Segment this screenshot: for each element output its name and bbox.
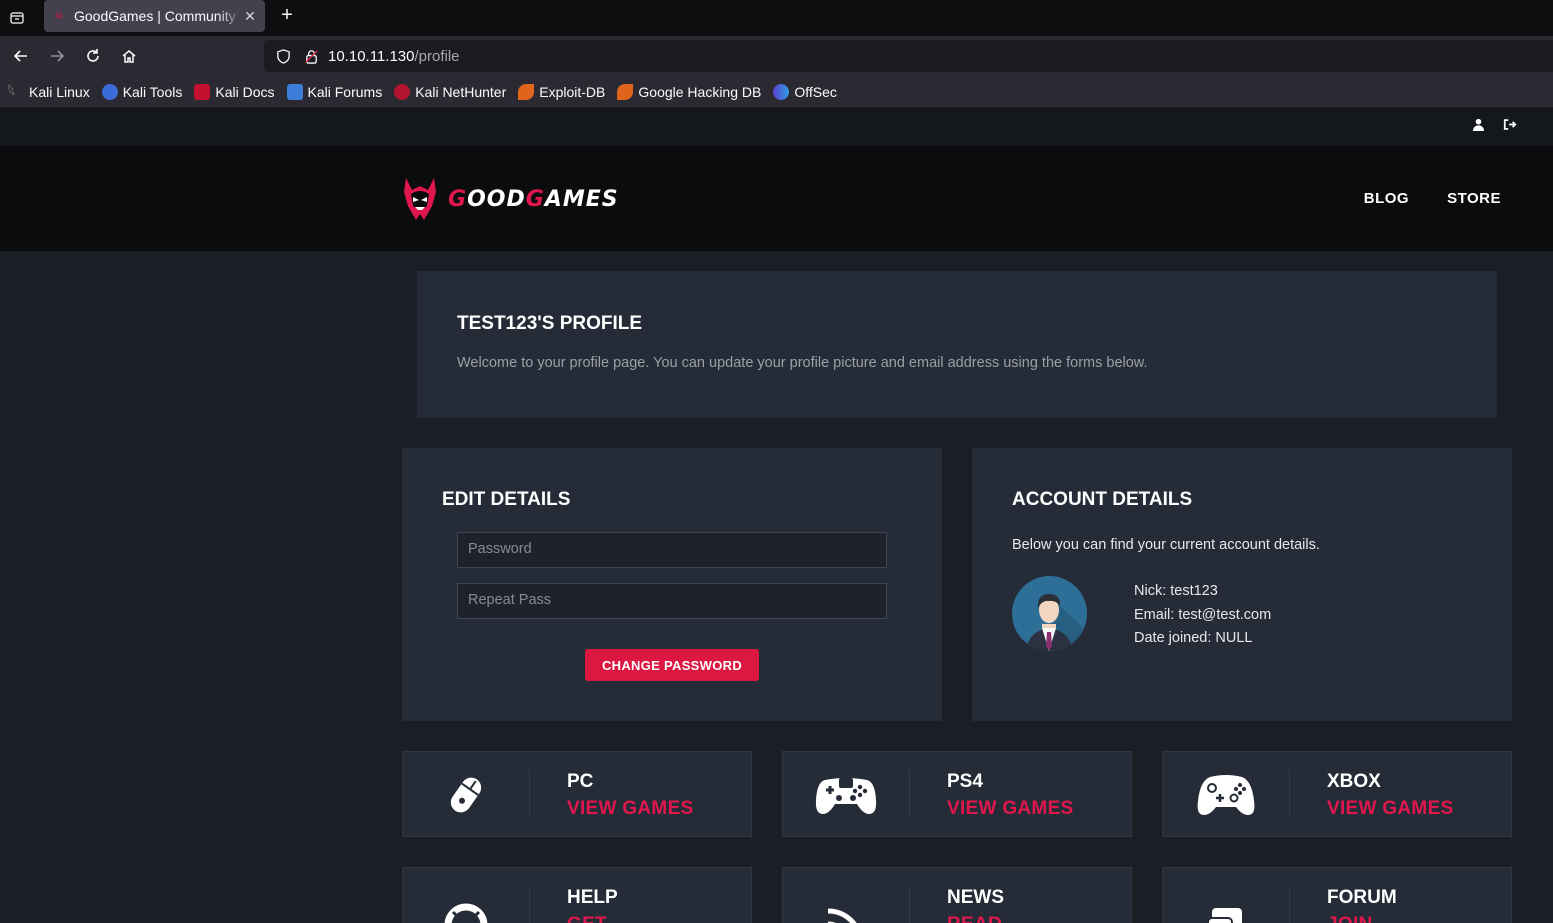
card-divider xyxy=(529,886,530,923)
page-content: GOODGAMES BLOG STORE TEST123'S PROFILE W… xyxy=(0,108,1553,923)
category-title: NEWS xyxy=(947,887,1004,908)
page-title: TEST123'S PROFILE xyxy=(457,313,643,334)
account-info: Nick: test123 Email: test@test.com Date … xyxy=(1134,580,1271,651)
avatar xyxy=(1012,576,1087,651)
category-help[interactable]: HELP GET xyxy=(402,867,752,923)
site-header: GOODGAMES BLOG STORE xyxy=(0,146,1553,251)
kali-dragon-icon: 𓆩 xyxy=(8,83,16,99)
bookmark-kali-docs[interactable]: Kali Docs xyxy=(194,83,275,100)
category-title: PC xyxy=(567,771,594,792)
category-ps4[interactable]: PS4 VIEW GAMES xyxy=(782,751,1132,837)
browser-navbar: 10.10.11.130/profile xyxy=(0,36,1553,76)
back-icon[interactable] xyxy=(3,38,39,74)
ghdb-icon xyxy=(617,83,634,100)
user-icon[interactable] xyxy=(1472,118,1485,136)
demon-logo-icon xyxy=(404,178,436,220)
email-value: Email: test@test.com xyxy=(1134,606,1272,623)
nav-blog[interactable]: BLOG xyxy=(1364,190,1409,207)
category-title: PS4 xyxy=(947,771,983,792)
kali-tools-icon xyxy=(101,83,118,100)
url-path: /profile xyxy=(414,47,460,65)
category-news[interactable]: NEWS READ xyxy=(782,867,1132,923)
view-games-link[interactable]: VIEW GAMES xyxy=(947,798,1074,820)
nethunter-icon xyxy=(394,83,411,100)
card-divider xyxy=(909,886,910,923)
account-details-title: ACCOUNT DETAILS xyxy=(1012,489,1193,510)
bookmark-google-hacking-db[interactable]: Google Hacking DB xyxy=(617,83,761,100)
tab-title: GoodGames | Community xyxy=(74,8,236,24)
home-icon[interactable] xyxy=(111,38,147,74)
read-news-link[interactable]: READ xyxy=(947,914,1002,923)
close-tab-icon[interactable]: ✕ xyxy=(243,8,257,25)
change-password-button[interactable]: CHANGE PASSWORD xyxy=(585,649,759,681)
join-forum-link[interactable]: JOIN xyxy=(1327,914,1373,923)
ps-gamepad-icon xyxy=(803,767,888,823)
reload-icon[interactable] xyxy=(75,38,111,74)
bookmark-offsec[interactable]: OffSec xyxy=(773,83,837,100)
nick-value: Nick: test123 xyxy=(1134,583,1218,599)
bookmark-exploit-db[interactable]: Exploit-DB xyxy=(518,83,605,100)
logo-text: GOODGAMES xyxy=(448,186,619,212)
forward-icon[interactable] xyxy=(39,38,75,74)
bookmark-kali-linux[interactable]: 𓆩 Kali Linux xyxy=(8,84,90,100)
xbox-gamepad-icon xyxy=(1183,767,1268,823)
bookmark-kali-forums[interactable]: Kali Forums xyxy=(286,83,382,100)
account-description: Below you can find your current account … xyxy=(1012,537,1320,553)
view-games-link[interactable]: VIEW GAMES xyxy=(567,798,694,820)
rss-icon xyxy=(803,883,888,923)
tab-list-icon[interactable] xyxy=(0,0,34,36)
bookmarks-bar: 𓆩 Kali Linux Kali Tools Kali Docs Kali Fo… xyxy=(0,76,1553,108)
lifebuoy-icon xyxy=(423,883,508,923)
account-details-panel: ACCOUNT DETAILS Below you can find your … xyxy=(972,448,1512,721)
browser-tabbar: ☠ GoodGames | Community ✕ + xyxy=(0,0,1553,36)
site-logo[interactable]: GOODGAMES xyxy=(400,176,619,222)
kali-forums-icon xyxy=(286,83,303,100)
password-field[interactable]: Password xyxy=(457,532,887,568)
category-title: FORUM xyxy=(1327,887,1397,908)
card-divider xyxy=(529,770,530,818)
kali-docs-icon xyxy=(194,83,211,100)
main-nav: BLOG STORE xyxy=(1364,190,1501,207)
get-help-link[interactable]: GET xyxy=(567,914,607,923)
category-title: XBOX xyxy=(1327,771,1381,792)
mouse-icon xyxy=(423,767,508,823)
new-tab-icon[interactable]: + xyxy=(276,5,298,27)
card-divider xyxy=(1289,770,1290,818)
card-divider xyxy=(1289,886,1290,923)
browser-tab[interactable]: ☠ GoodGames | Community ✕ xyxy=(44,0,265,32)
edit-details-panel: EDIT DETAILS Password Repeat Pass CHANGE… xyxy=(402,448,942,721)
url-host: 10.10.11.130 xyxy=(328,47,415,65)
insecure-lock-icon[interactable] xyxy=(300,49,322,64)
bookmark-kali-tools[interactable]: Kali Tools xyxy=(101,83,182,100)
top-strip xyxy=(0,108,1553,146)
bookmark-kali-nethunter[interactable]: Kali NetHunter xyxy=(394,83,506,100)
category-xbox[interactable]: XBOX VIEW GAMES xyxy=(1162,751,1512,837)
repeat-password-field[interactable]: Repeat Pass xyxy=(457,583,887,619)
category-title: HELP xyxy=(567,887,618,908)
tab-favicon-icon: ☠ xyxy=(54,10,64,22)
date-joined-value: Date joined: NULL xyxy=(1134,630,1253,646)
nav-store[interactable]: STORE xyxy=(1447,190,1501,207)
category-forum[interactable]: FORUM JOIN xyxy=(1162,867,1512,923)
url-bar[interactable]: 10.10.11.130/profile xyxy=(264,40,1553,72)
logout-icon[interactable] xyxy=(1503,118,1517,136)
offsec-icon xyxy=(773,83,790,100)
chat-icon xyxy=(1183,883,1268,923)
profile-intro: TEST123'S PROFILE Welcome to your profil… xyxy=(417,271,1497,418)
view-games-link[interactable]: VIEW GAMES xyxy=(1327,798,1454,820)
profile-description: Welcome to your profile page. You can up… xyxy=(457,355,1148,371)
shield-icon[interactable] xyxy=(272,48,294,64)
exploit-db-icon xyxy=(518,83,535,100)
card-divider xyxy=(909,770,910,818)
category-pc[interactable]: PC VIEW GAMES xyxy=(402,751,752,837)
edit-details-title: EDIT DETAILS xyxy=(442,489,571,510)
